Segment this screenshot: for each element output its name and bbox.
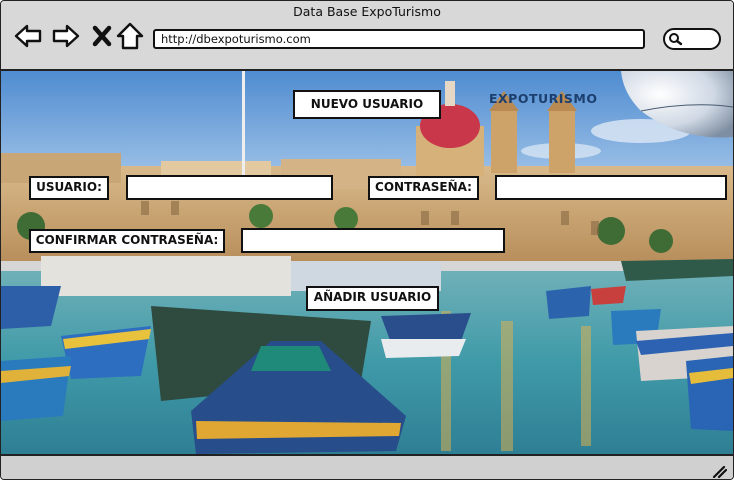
password-input[interactable] <box>495 175 727 200</box>
home-icon <box>116 22 144 50</box>
address-bar[interactable]: http://dbexpoturismo.com <box>153 29 645 49</box>
arrow-right-icon <box>52 24 80 48</box>
arrow-left-icon <box>14 24 42 48</box>
title-bar: Data Base ExpoTurismo http://dbexpoturis… <box>1 1 733 71</box>
window-title: Data Base ExpoTurismo <box>293 4 441 19</box>
status-bar <box>1 454 733 479</box>
back-button[interactable] <box>13 21 43 51</box>
add-user-button[interactable]: AÑADIR USUARIO <box>306 286 439 311</box>
confirm-password-label: CONFIRMAR CONTRASEÑA: <box>29 229 225 253</box>
page-title: NUEVO USUARIO <box>293 90 441 119</box>
harbor-background-image <box>1 71 733 454</box>
search-icon <box>669 33 683 46</box>
confirm-password-input[interactable] <box>241 228 505 253</box>
expoturismo-logo: EXPOTURISMO <box>489 91 598 106</box>
home-button[interactable] <box>115 21 145 51</box>
resize-grip-icon[interactable] <box>711 464 727 478</box>
page-content: EXPOTURISMO NUEVO USUARIO USUARIO: CONTR… <box>1 71 733 454</box>
usuario-label: USUARIO: <box>29 176 109 200</box>
close-icon <box>92 25 112 47</box>
usuario-input[interactable] <box>126 175 333 200</box>
browser-window: Data Base ExpoTurismo http://dbexpoturis… <box>0 0 734 480</box>
forward-button[interactable] <box>51 21 81 51</box>
search-field[interactable] <box>663 28 721 50</box>
stop-button[interactable] <box>87 21 117 51</box>
password-label: CONTRASEÑA: <box>368 176 479 200</box>
